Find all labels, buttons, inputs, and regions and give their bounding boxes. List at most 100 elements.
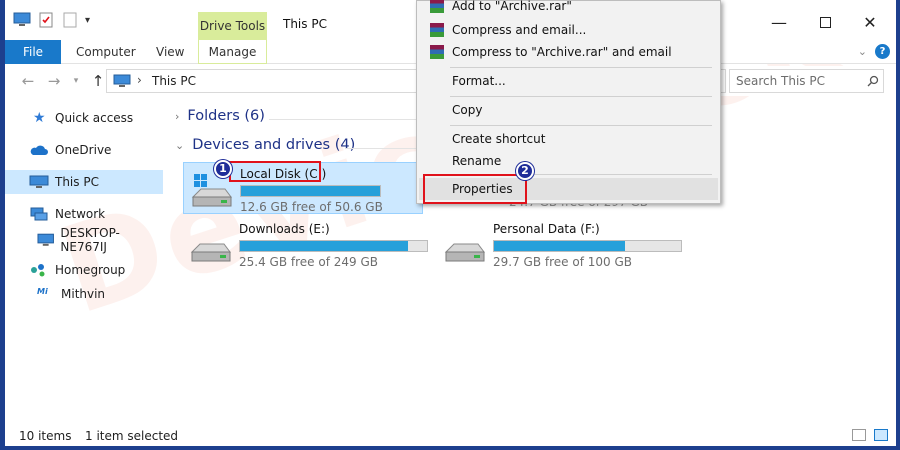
- menu-item-rename[interactable]: Rename: [419, 150, 718, 172]
- star-icon: ★: [33, 110, 46, 126]
- winrar-icon: [430, 23, 444, 37]
- group-header-folders[interactable]: › Folders (6): [175, 108, 265, 124]
- drive-usage-bar: [493, 240, 682, 252]
- group-divider: [269, 119, 417, 120]
- sidebar-item-label: OneDrive: [55, 143, 112, 157]
- navigation-pane: ★ Quick access OneDrive This PC Network …: [5, 100, 163, 420]
- menu-item-format[interactable]: Format...: [419, 70, 718, 92]
- forward-arrow-icon[interactable]: →: [45, 72, 63, 90]
- group-label: Devices and drives (4): [192, 137, 356, 153]
- menu-item-label: Format...: [452, 74, 506, 88]
- up-arrow-icon[interactable]: ↑: [89, 72, 107, 90]
- sidebar-item-onedrive[interactable]: OneDrive: [5, 138, 163, 162]
- drive-free-space: 29.7 GB free of 100 GB: [493, 255, 632, 269]
- callout-highlight-properties: [423, 174, 527, 204]
- menu-item-label: Add to "Archive.rar": [452, 0, 572, 13]
- drive-usage-fill: [494, 241, 625, 251]
- sidebar-item-desktop[interactable]: DESKTOP-NE767IJ: [5, 226, 163, 254]
- sidebar-item-label: Homegroup: [55, 263, 126, 277]
- hard-drive-icon: [444, 243, 485, 262]
- expand-ribbon-icon[interactable]: ⌄: [858, 45, 867, 58]
- sidebar-item-quick-access[interactable]: ★ Quick access: [5, 106, 163, 130]
- sidebar-item-network[interactable]: Network: [5, 202, 163, 226]
- hard-drive-icon: [190, 243, 231, 262]
- windows-drive-icon: [191, 174, 232, 207]
- sidebar-item-label: Quick access: [55, 111, 134, 125]
- chevron-down-icon: ⌄: [175, 138, 185, 152]
- callout-badge-2: 2: [516, 162, 534, 180]
- quick-access-toolbar: ▾: [13, 10, 90, 30]
- sidebar-item-label: Network: [55, 207, 106, 221]
- callout-highlight-c-drive: [229, 161, 321, 182]
- drive-name: Downloads (E:): [239, 222, 330, 236]
- winrar-icon: [430, 0, 444, 13]
- computer-icon: [37, 233, 54, 246]
- menu-separator: [450, 96, 712, 97]
- status-bar: 10 items 1 item selected: [5, 426, 896, 446]
- menu-item-copy[interactable]: Copy: [419, 99, 718, 121]
- tab-file[interactable]: File: [5, 40, 61, 64]
- drive-free-space: 25.4 GB free of 249 GB: [239, 255, 378, 269]
- group-divider: [345, 148, 417, 149]
- close-icon[interactable]: ✕: [862, 13, 878, 32]
- group-label: Folders (6): [187, 108, 265, 124]
- new-folder-icon[interactable]: [61, 12, 79, 28]
- network-icon: [30, 207, 48, 221]
- minimize-icon[interactable]: —: [771, 13, 787, 32]
- group-header-devices[interactable]: ⌄ Devices and drives (4): [175, 137, 355, 153]
- search-input[interactable]: Search This PC: [729, 69, 884, 93]
- callout-badge-1: 1: [214, 160, 232, 178]
- menu-item-compress-and-email[interactable]: Compress and email...: [419, 19, 718, 41]
- breadcrumb-chevron-icon[interactable]: ›: [137, 73, 142, 87]
- homegroup-icon: [31, 264, 45, 277]
- this-pc-icon: [13, 12, 31, 26]
- properties-check-icon[interactable]: [37, 12, 55, 28]
- cloud-icon: [30, 145, 48, 155]
- ribbon-right-controls: ⌄ ?: [858, 44, 890, 59]
- drive-usage-fill: [240, 241, 409, 251]
- tab-computer[interactable]: Computer: [76, 40, 136, 64]
- details-view-icon[interactable]: [852, 429, 866, 441]
- maximize-icon[interactable]: [817, 14, 833, 30]
- drive-usage-fill: [241, 186, 380, 196]
- menu-item-label: Rename: [452, 154, 502, 168]
- qat-dropdown-icon[interactable]: ▾: [85, 15, 90, 26]
- sidebar-item-label: DESKTOP-NE767IJ: [60, 226, 120, 254]
- drive-tools-group-label: Drive Tools: [198, 12, 267, 40]
- drive-usage-bar: [240, 185, 381, 197]
- this-pc-icon: [29, 175, 49, 188]
- chevron-right-icon: ›: [175, 109, 180, 123]
- drive-tile-e[interactable]: Downloads (E:) 25.4 GB free of 249 GB: [183, 218, 428, 270]
- sidebar-item-homegroup[interactable]: Homegroup: [5, 258, 163, 282]
- tab-view[interactable]: View: [156, 40, 184, 64]
- tab-manage[interactable]: Manage: [198, 40, 267, 64]
- menu-item-label: Copy: [452, 103, 483, 117]
- drive-free-space: 12.6 GB free of 50.6 GB: [240, 200, 383, 214]
- large-icons-view-icon[interactable]: [874, 429, 888, 441]
- menu-item-compress-to-archive-and-email[interactable]: Compress to "Archive.rar" and email: [419, 41, 718, 63]
- drive-tile-f[interactable]: Personal Data (F:) 29.7 GB free of 100 G…: [437, 218, 682, 270]
- menu-item-label: Compress and email...: [452, 23, 587, 37]
- sidebar-item-label: Mithvin: [61, 287, 106, 301]
- sidebar-item-mithvin[interactable]: Mi Mithvin: [5, 282, 163, 306]
- menu-item-add-to-archive[interactable]: Add to "Archive.rar": [419, 0, 718, 17]
- back-arrow-icon[interactable]: ←: [19, 72, 37, 90]
- drive-usage-bar: [239, 240, 428, 252]
- menu-separator: [450, 67, 712, 68]
- recent-locations-icon[interactable]: ▾: [67, 72, 85, 90]
- menu-item-label: Create shortcut: [452, 132, 546, 146]
- search-icon: [867, 75, 879, 87]
- window-title: This PC: [283, 17, 327, 31]
- menu-separator: [450, 125, 712, 126]
- breadcrumb[interactable]: This PC: [152, 74, 196, 88]
- file-explorer-window: Devicetricks ▾ Drive Tools This PC — ✕ F…: [5, 0, 896, 446]
- menu-item-label: Compress to "Archive.rar" and email: [452, 45, 672, 59]
- sidebar-item-label: This PC: [55, 175, 99, 189]
- menu-item-create-shortcut[interactable]: Create shortcut: [419, 128, 718, 150]
- sidebar-item-this-pc[interactable]: This PC: [5, 170, 163, 194]
- drive-name: Personal Data (F:): [493, 222, 600, 236]
- help-icon[interactable]: ?: [875, 44, 890, 59]
- winrar-icon: [430, 45, 444, 59]
- search-placeholder: Search This PC: [736, 74, 825, 88]
- this-pc-icon: [113, 74, 131, 87]
